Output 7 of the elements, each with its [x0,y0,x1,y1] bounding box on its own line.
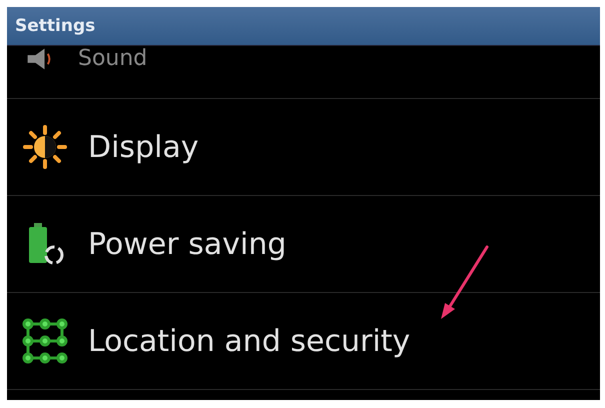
settings-item[interactable]: Location and security [7,293,600,390]
settings-item[interactable]: Sound [7,46,600,99]
window-title: Settings [15,16,96,36]
settings-item[interactable]: Power saving [7,196,600,293]
settings-item[interactable]: Display [7,99,600,196]
sun-icon [22,124,68,170]
dot-pattern-icon [22,318,68,364]
